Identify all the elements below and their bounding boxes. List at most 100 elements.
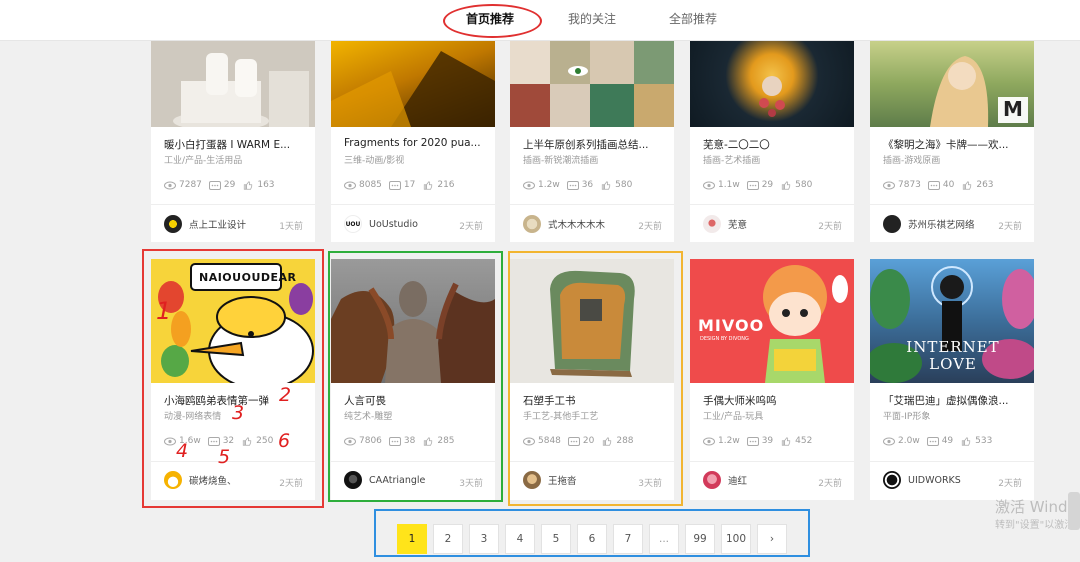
card-author[interactable]: 苏州乐祺艺网络	[883, 215, 975, 233]
comment-count: 29	[223, 180, 236, 190]
tab-all-recommend[interactable]: 全部推荐	[669, 11, 717, 27]
avatar[interactable]	[523, 215, 541, 233]
page-button[interactable]: 4	[505, 524, 535, 554]
thumbs-up-icon	[244, 180, 253, 190]
annotation-number: 5	[218, 446, 231, 468]
like-count: 533	[975, 436, 993, 446]
card-title[interactable]: 手偶大师米呜呜	[703, 393, 843, 408]
comment-icon	[208, 180, 221, 190]
tab-my-following[interactable]: 我的关注	[568, 11, 616, 27]
card-thumbnail[interactable]: MIVOO DESIGN BY DIVONG	[690, 259, 854, 383]
card-title[interactable]: 《黎明之海》卡牌——欢...	[883, 137, 1023, 152]
thumbs-up-icon	[963, 180, 972, 190]
view-count: 7287	[179, 180, 202, 190]
page-button[interactable]: 99	[685, 524, 715, 554]
author-name[interactable]: 点上工业设计	[189, 217, 246, 231]
card-author[interactable]: UOU UoUstudio	[344, 215, 418, 233]
avatar[interactable]	[883, 471, 901, 489]
card-category: 三维-动画/影视	[344, 156, 405, 166]
card-category: 工业/产品-生活用品	[164, 156, 243, 166]
card-author[interactable]: 迪红	[703, 471, 747, 489]
card-thumbnail[interactable]	[331, 41, 495, 127]
thumbs-up-icon	[962, 436, 971, 446]
card-divider	[870, 204, 1034, 205]
work-card[interactable]: MIVOO DESIGN BY DIVONG 手偶大师米呜呜 工业/产品-玩具 …	[690, 259, 854, 500]
card-title[interactable]: Fragments for 2020 pua...	[344, 137, 484, 149]
render-art-icon	[331, 51, 495, 127]
annotation-box-red	[142, 249, 324, 508]
work-card[interactable]: M 《黎明之海》卡牌——欢... 插画-游戏原画 7873 40 263 苏州乐…	[870, 41, 1034, 242]
card-title[interactable]: 芜意-二〇二〇	[703, 137, 843, 152]
eye-icon	[344, 181, 356, 189]
avatar[interactable]	[703, 471, 721, 489]
activation-watermark-sub: 转到"设置"以激活	[995, 520, 1075, 531]
card-stats: 1.1w 29 580	[703, 180, 815, 190]
view-count: 7873	[898, 180, 921, 190]
author-name[interactable]: UIDWORKS	[908, 475, 961, 486]
card-thumbnail[interactable]	[690, 41, 854, 127]
comment-count: 29	[761, 180, 774, 190]
avatar[interactable]	[164, 215, 182, 233]
avatar[interactable]	[883, 215, 901, 233]
card-title[interactable]: 暖小白打蛋器 I WARM E...	[164, 137, 304, 152]
work-card[interactable]: 暖小白打蛋器 I WARM E... 工业/产品-生活用品 7287 29 16…	[151, 41, 315, 242]
work-card[interactable]: 芜意-二〇二〇 插画-艺术插画 1.1w 29 580 芜意 2天前	[690, 41, 854, 242]
annotation-oval	[443, 4, 542, 38]
card-author[interactable]: 式木木木木木	[523, 215, 605, 233]
scrollbar-thumb[interactable]	[1068, 492, 1080, 530]
author-name[interactable]: 芜意	[728, 217, 747, 231]
annotation-box-green	[328, 251, 503, 502]
annotation-number: 2	[279, 384, 292, 406]
card-divider	[510, 204, 674, 205]
author-name[interactable]: 苏州乐祺艺网络	[908, 217, 975, 231]
avatar[interactable]	[703, 215, 721, 233]
page-button[interactable]: 2	[433, 524, 463, 554]
author-name[interactable]: 迪红	[728, 473, 747, 487]
card-title[interactable]: 上半年原创系列插画总结...	[523, 137, 663, 152]
author-name[interactable]: UoUstudio	[369, 219, 418, 230]
eye-icon	[703, 437, 715, 445]
card-divider	[870, 461, 1034, 462]
like-count: 163	[257, 180, 275, 190]
thumbs-up-icon	[424, 180, 433, 190]
card-author[interactable]: UIDWORKS	[883, 471, 961, 489]
like-count: 263	[976, 180, 994, 190]
comment-count: 17	[403, 180, 416, 190]
collage-art-icon	[510, 41, 674, 127]
page-button[interactable]: 100	[721, 524, 751, 554]
comment-icon	[927, 180, 940, 190]
work-card[interactable]: Fragments for 2020 pua... 三维-动画/影视 8085 …	[331, 41, 495, 242]
card-stats: 7287 29 163	[164, 180, 278, 190]
work-card[interactable]: 上半年原创系列插画总结... 插画-新锐潮流插画 1.2w 36 580 式木木…	[510, 41, 674, 242]
card-stats: 8085 17 216	[344, 180, 458, 190]
next-page-button[interactable]: ›	[757, 524, 787, 554]
card-stats: 7873 40 263	[883, 180, 997, 190]
card-author[interactable]: 芜意	[703, 215, 747, 233]
card-thumbnail[interactable]: M	[870, 41, 1034, 127]
card-divider	[331, 204, 495, 205]
page-button[interactable]: 5	[541, 524, 571, 554]
avatar[interactable]: UOU	[344, 215, 362, 233]
pagination: 1 2 3 4 5 6 7 ... 99 100 ›	[397, 524, 787, 554]
activation-watermark: 激活 Windo	[995, 498, 1077, 516]
card-thumbnail[interactable]: INTERNET LOVE	[870, 259, 1034, 383]
author-name[interactable]: 式木木木木木	[548, 217, 605, 231]
card-author[interactable]: 点上工业设计	[164, 215, 246, 233]
work-card[interactable]: INTERNET LOVE 「艾瑞巴迪」虚拟偶像浪... 平面-IP形象 2.0…	[870, 259, 1034, 500]
card-thumbnail[interactable]	[510, 41, 674, 127]
card-title[interactable]: 「艾瑞巴迪」虚拟偶像浪...	[883, 393, 1023, 408]
publish-time: 1天前	[279, 222, 303, 232]
page-button[interactable]: 1	[397, 524, 427, 554]
card-divider	[690, 204, 854, 205]
comment-icon	[926, 436, 939, 446]
page-button[interactable]: 6	[577, 524, 607, 554]
thumbs-up-icon	[782, 436, 791, 446]
page-button[interactable]: 3	[469, 524, 499, 554]
comment-count: 49	[941, 436, 954, 446]
page-button[interactable]: 7	[613, 524, 643, 554]
page-ellipsis: ...	[649, 524, 679, 554]
comment-icon	[746, 180, 759, 190]
annotation-number: 6	[278, 430, 291, 452]
product-photo-icon	[151, 41, 315, 127]
card-thumbnail[interactable]	[151, 41, 315, 127]
